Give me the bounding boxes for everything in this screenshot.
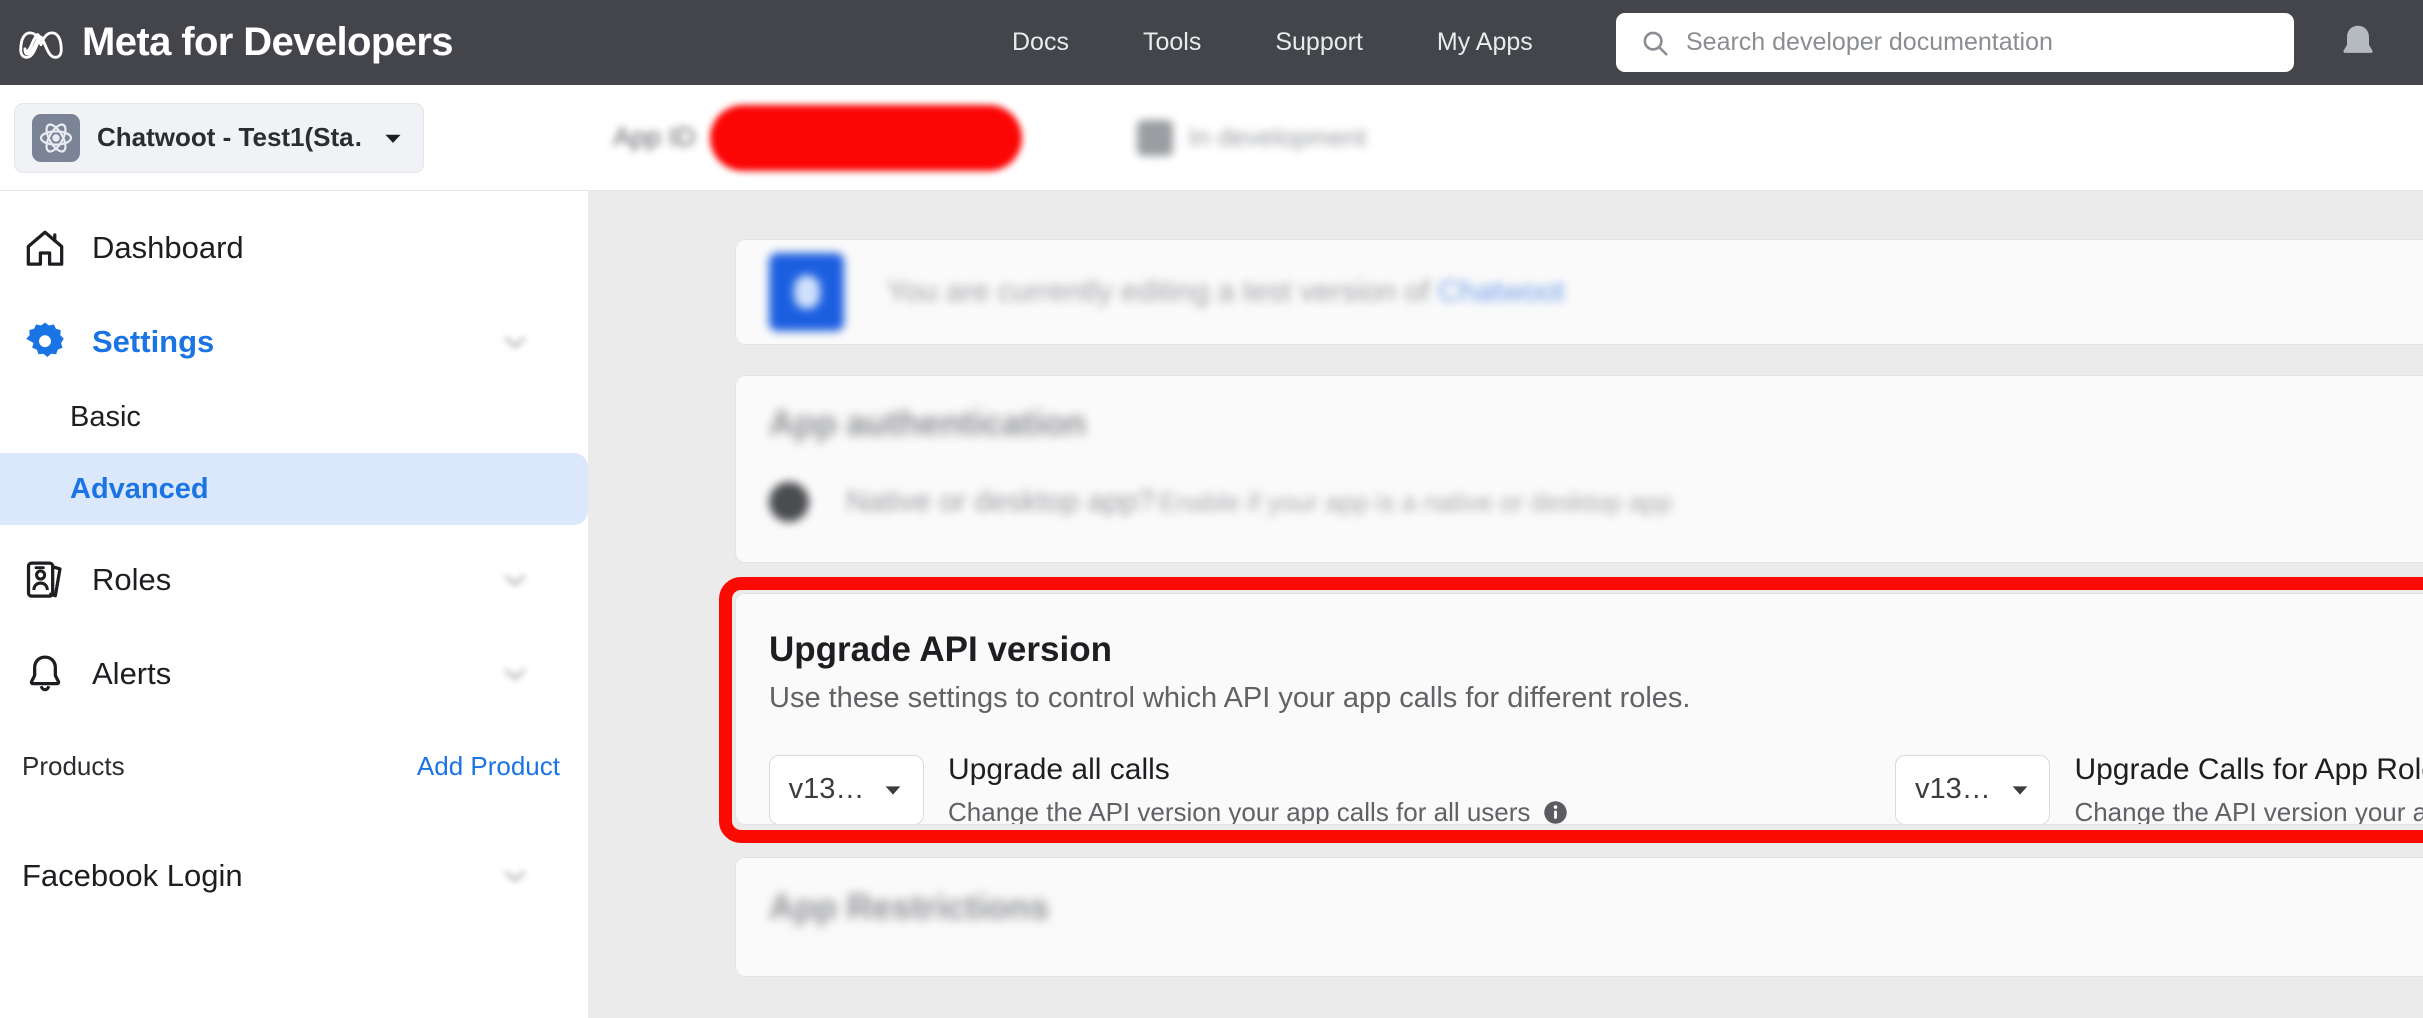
sidebar: Chatwoot - Test1(Sta… Dashboard Settings… [0,85,588,1018]
atom-glyph-icon [39,122,73,153]
app-id-label: App ID [613,122,696,152]
row-title: Native or desktop app? [846,485,1155,518]
banner-text: You are currently editing a test version… [887,275,1565,309]
upgrade-controls: v13… Upgrade all calls Change the API ve… [769,751,2423,825]
app-restrictions-title: App Restrictions [769,888,1050,927]
app-switcher-label: Chatwoot - Test1(Sta… [97,122,363,152]
chevron-down-icon [504,668,526,681]
upgrade-app-roles-texts: Upgrade Calls for App Roles Change the A… [2074,751,2423,825]
control-subtitle: Change the API version your app calls fo… [2074,797,2423,825]
sidebar-item-label: Dashboard [92,230,244,265]
sidebar-item-label: Roles [92,562,172,597]
app-status: In development [1136,119,1367,156]
sidebar-item-label: Alerts [92,656,172,691]
sidebar-nav: Dashboard Settings Basic Advanced Roles … [0,191,588,915]
id-badge-icon [26,561,62,598]
upgrade-api-subtitle: Use these settings to control which API … [769,682,1691,714]
control-subtitle-row: Change the API version your app calls fo… [2074,797,2423,825]
top-nav-links: Docs Tools Support My Apps [975,0,1570,85]
upgrade-all-calls-version-select[interactable]: v13… [769,754,924,824]
sidebar-item-label: Settings [92,324,215,359]
sidebar-subitem-label: Basic [70,400,141,433]
top-nav-support[interactable]: Support [1238,0,1400,85]
gear-icon [26,322,64,357]
top-nav-my-apps[interactable]: My Apps [1400,0,1570,85]
control-title: Upgrade all calls [948,753,1170,786]
sidebar-item-settings[interactable]: Settings [0,303,588,381]
meta-infinity-logo-icon [19,30,63,59]
control-subtitle: Change the API version your app calls fo… [948,797,1531,825]
app-authentication-card: App authentication Native or desktop app… [735,375,2423,563]
top-navigation-bar: Meta for Developers Docs Tools Support M… [0,0,2423,85]
brand-logo[interactable]: Meta for Developers [14,16,454,70]
sidebar-item-roles[interactable]: Roles [0,541,588,619]
row-subtitle: Enable if your app is a native or deskto… [1158,487,1673,517]
upgrade-app-roles-version-select[interactable]: v13… [1895,754,2051,824]
search-input[interactable]: Search developer documentation [1616,13,2294,72]
top-nav-docs[interactable]: Docs [975,0,1106,85]
test-version-banner: You are currently editing a test version… [735,239,2423,345]
info-badge-glyph [793,275,820,309]
upgrade-api-version-card: Upgrade API version Use these settings t… [735,593,2423,825]
bell-outline-icon [29,655,61,692]
native-desktop-app-texts: Native or desktop app? Enable if your ap… [846,485,1672,519]
chevron-down-icon [886,785,901,795]
bell-icon [2343,25,2373,53]
app-atom-icon [32,113,80,162]
sidebar-item-alerts[interactable]: Alerts [0,635,588,713]
chevron-down-icon [504,574,526,587]
app-switcher-container: Chatwoot - Test1(Sta… [0,85,588,191]
home-icon [26,230,64,266]
app-id-bar: App ID In development [588,85,2423,191]
page-root: Meta for Developers Docs Tools Support M… [0,0,2423,1018]
upgrade-app-roles-control: v13… Upgrade Calls for App Roles Change … [1895,751,2423,825]
sidebar-item-advanced[interactable]: Advanced [0,453,588,525]
chevron-down-icon [2012,785,2028,795]
main-content: App ID In development You are currently … [588,85,2423,1018]
status-icon [1136,119,1173,156]
brand-title: Meta for Developers [82,20,454,64]
sidebar-item-label: Facebook Login [22,858,243,893]
app-switcher[interactable]: Chatwoot - Test1(Sta… [14,102,424,173]
sidebar-item-facebook-login[interactable]: Facebook Login [0,837,588,915]
chevron-down-icon [385,134,401,143]
sidebar-subitem-label: Advanced [70,472,209,505]
chevron-down-icon [504,870,526,883]
app-restrictions-card: App Restrictions [735,857,2423,977]
chevron-down-icon [504,336,526,349]
products-label: Products [22,750,125,781]
app-status-label: In development [1188,122,1367,152]
banner-link[interactable]: Chatwoot [1438,275,1565,308]
control-subtitle-row: Change the API version your app calls fo… [948,797,1569,825]
info-circle-icon[interactable] [1542,799,1569,825]
app-authentication-title: App authentication [769,404,1086,443]
upgrade-all-calls-texts: Upgrade all calls Change the API version… [948,751,1569,825]
add-product-link[interactable]: Add Product [417,751,560,782]
version-value: v13… [1915,773,1991,805]
upgrade-all-calls-control: v13… Upgrade all calls Change the API ve… [769,751,1569,825]
products-section-header: Products Add Product [0,729,588,803]
notifications-button[interactable] [2313,0,2403,85]
upgrade-api-title: Upgrade API version [769,630,1112,669]
control-title: Upgrade Calls for App Roles [2074,753,2423,786]
sidebar-item-basic[interactable]: Basic [0,381,588,453]
search-icon [1643,31,1668,56]
settings-scroll-area: You are currently editing a test version… [588,239,2423,977]
upgrade-api-version-section: Upgrade API version Use these settings t… [719,577,2423,843]
search-placeholder: Search developer documentation [1686,28,2053,56]
app-id-redaction [709,104,1022,171]
native-desktop-app-row[interactable]: Native or desktop app? Enable if your ap… [769,482,2423,522]
top-nav-tools[interactable]: Tools [1106,0,1238,85]
toggle-icon[interactable] [769,482,809,522]
info-badge-icon [769,253,844,331]
sidebar-item-dashboard[interactable]: Dashboard [0,209,588,287]
banner-message: You are currently editing a test version… [887,275,1438,308]
version-value: v13… [788,773,865,805]
